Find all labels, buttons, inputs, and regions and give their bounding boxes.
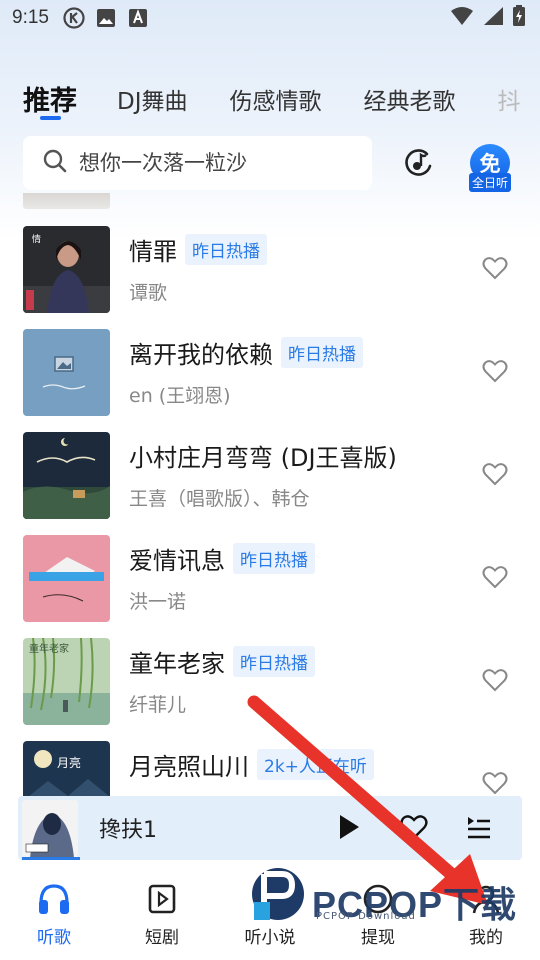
album-cover: 情 [23,226,110,313]
favorite-heart-icon[interactable] [482,256,508,280]
song-row[interactable]: 情 情罪 昨日热播 谭歌 [0,226,540,329]
music-recognition-icon [402,149,436,184]
play-square-icon [145,882,179,916]
playlist-icon [466,814,492,844]
nav-label: 听歌 [37,928,71,948]
headphones-icon [37,882,71,916]
song-artist: 纤菲儿 [129,694,187,716]
song-title-line: 爱情讯息 昨日热播 [129,541,315,576]
k-circle-icon [63,7,85,29]
album-cover [23,535,110,622]
now-playing-cover [22,800,78,858]
song-artist: 王喜（唱歌版）、韩仓 [129,488,310,510]
search-input[interactable] [79,151,349,175]
wifi-icon [450,6,474,31]
song-title: 月亮照山川 [129,753,249,781]
song-title: 小村庄月弯弯 (DJ王喜版) [129,444,397,472]
song-title-line: 小村庄月弯弯 (DJ王喜版) [129,438,397,473]
signal-icon [482,6,504,31]
status-time: 9:15 [12,7,49,28]
song-title-line: 童年老家 昨日热播 [129,644,315,679]
svg-text:情: 情 [32,233,41,245]
song-list: 情 情罪 昨日热播 谭歌 离开我的依赖 昨日热播 en (王翊恩) 小村庄月弯弯… [0,193,540,796]
book-icon [253,882,287,916]
song-row[interactable]: 童年老家 童年老家 昨日热播 纤菲儿 [0,638,540,741]
song-tag: 昨日热播 [233,646,315,677]
play-button[interactable] [334,814,364,844]
search-bar[interactable] [23,136,372,190]
favorite-heart-icon[interactable] [482,359,508,383]
category-tabs: 推荐 DJ舞曲 伤感情歌 经典老歌 抖 [0,74,540,124]
nav-short-drama[interactable]: 短剧 [108,868,216,960]
free-listen-badge[interactable]: 免 全日听 [469,144,512,192]
song-row[interactable]: 离开我的依赖 昨日热播 en (王翊恩) [0,329,540,432]
song-title: 离开我的依赖 [129,341,273,369]
song-title-line: 月亮照山川 2k+人正在听 [129,747,374,782]
a-box-icon [127,7,149,29]
song-title-line: 情罪 昨日热播 [129,232,267,267]
favorite-heart-icon[interactable] [482,462,508,486]
svg-text:月亮: 月亮 [57,755,81,770]
favorite-button[interactable] [399,814,429,844]
status-right [450,4,526,32]
battery-icon [512,4,526,32]
nav-label: 听小说 [244,928,296,948]
song-artist: en (王翊恩) [129,385,231,407]
tab-classic-oldies[interactable]: 经典老歌 [364,74,456,116]
song-title-line: 离开我的依赖 昨日热播 [129,335,363,370]
watermark-subtext: PCPOP Download [316,911,416,922]
now-playing-title: 搀扶1 [99,818,157,843]
song-artist: 洪一诺 [129,591,187,613]
playback-progress [22,857,80,860]
song-tag: 昨日热播 [281,337,363,368]
song-row[interactable]: 爱情讯息 昨日热播 洪一诺 [0,535,540,638]
heart-icon [400,814,428,844]
partial-cover-image [23,193,110,209]
favorite-heart-icon[interactable] [482,668,508,692]
album-cover: 月亮 [23,741,110,796]
favorite-heart-icon[interactable] [482,565,508,589]
search-icon [43,149,67,177]
tab-douyin[interactable]: 抖 [498,74,521,116]
album-cover: 童年老家 [23,638,110,725]
play-icon [338,814,360,844]
song-artist: 谭歌 [129,282,168,304]
music-recognition-button[interactable] [402,146,436,180]
image-icon [95,7,117,29]
tab-dj[interactable]: DJ舞曲 [117,74,188,116]
song-title: 爱情讯息 [129,547,225,575]
nav-listen[interactable]: 听歌 [0,868,108,960]
mini-player[interactable]: 搀扶1 [18,796,522,860]
song-row[interactable]: 月亮 月亮照山川 2k+人正在听 [0,741,540,796]
song-tag: 2k+人正在听 [257,749,374,780]
tab-recommend[interactable]: 推荐 [23,74,77,120]
nav-label: 短剧 [145,928,179,948]
playlist-button[interactable] [464,814,494,844]
album-cover [23,329,110,416]
free-badge-sub: 全日听 [469,173,512,192]
status-bar: 9:15 [0,0,540,36]
album-cover [23,432,110,519]
svg-text:童年老家: 童年老家 [29,642,69,655]
song-tag: 昨日热播 [233,543,315,574]
song-row[interactable]: 小村庄月弯弯 (DJ王喜版) 王喜（唱歌版）、韩仓 [0,432,540,535]
nav-novels[interactable]: 听小说 [216,868,324,960]
favorite-heart-icon[interactable] [482,771,508,795]
song-title: 情罪 [129,238,177,266]
tab-sad-love-songs[interactable]: 伤感情歌 [230,74,322,116]
song-tag: 昨日热播 [185,234,267,265]
song-title: 童年老家 [129,650,225,678]
